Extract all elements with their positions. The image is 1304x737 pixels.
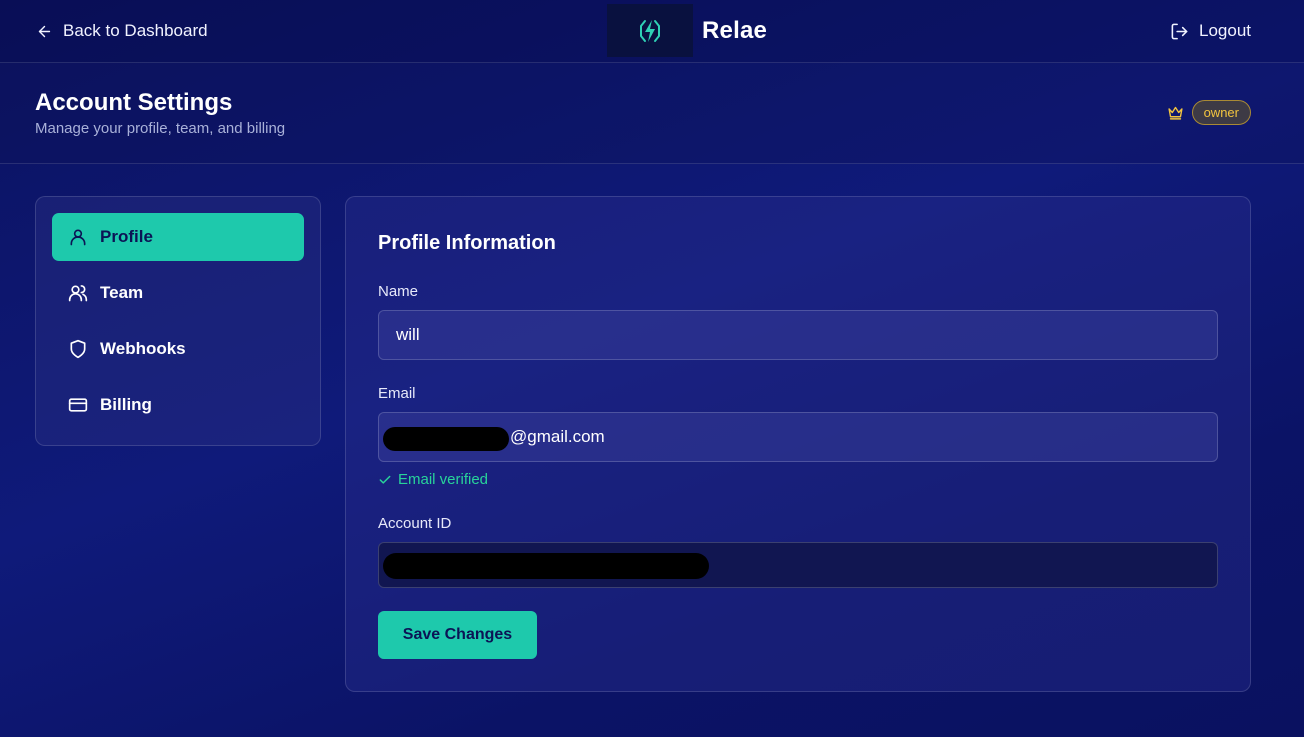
sidebar-item-webhooks[interactable]: Webhooks	[52, 325, 304, 373]
sidebar-item-billing[interactable]: Billing	[52, 381, 304, 429]
check-icon	[379, 475, 391, 484]
brand-logo	[607, 4, 693, 57]
logout-button[interactable]: Logout	[1170, 19, 1251, 43]
email-value: @gmail.com	[510, 427, 605, 446]
sidebar-item-label: Team	[100, 283, 144, 302]
name-label: Name	[378, 283, 419, 300]
logout-icon	[1171, 23, 1188, 39]
sidebar-item-profile[interactable]: Profile	[52, 213, 304, 261]
page-subtitle: Manage your profile, team, and billing	[35, 120, 286, 137]
page-header: Account Settings Manage your profile, te…	[0, 63, 1304, 164]
email-label: Email	[378, 385, 416, 402]
section-title: Profile Information	[378, 232, 556, 254]
profile-card: Profile Information Name will Email @gma…	[345, 196, 1251, 692]
role-indicator: owner	[1167, 100, 1251, 125]
bolt-icon	[640, 19, 660, 42]
user-icon	[70, 229, 86, 246]
top-bar: Back to Dashboard Relae Logout	[0, 0, 1304, 63]
brand-name: Relae	[702, 16, 768, 44]
arrow-left-icon	[38, 25, 51, 37]
settings-sidebar: Profile Team Webhooks Billing	[35, 196, 321, 446]
back-to-dashboard-link[interactable]: Back to Dashboard	[36, 19, 208, 43]
users-icon	[68, 285, 88, 302]
email-verified-status: Email verified	[378, 471, 488, 488]
email-field[interactable]: @gmail.com	[378, 412, 1218, 462]
logout-label: Logout	[1199, 21, 1251, 40]
save-changes-button[interactable]: Save Changes	[378, 611, 537, 659]
sidebar-item-label: Profile	[100, 227, 153, 246]
sidebar-item-label: Billing	[100, 395, 152, 414]
redaction-mark	[383, 553, 709, 579]
name-field[interactable]: will	[378, 310, 1218, 360]
role-badge: owner	[1191, 100, 1251, 125]
account-id-field	[378, 542, 1218, 588]
crown-icon	[1167, 106, 1183, 120]
brand: Relae	[607, 4, 767, 57]
account-id-label: Account ID	[378, 515, 452, 532]
shield-icon	[70, 339, 86, 359]
sidebar-item-team[interactable]: Team	[52, 269, 304, 317]
credit-card-icon	[68, 398, 88, 412]
email-status-text: Email verified	[398, 471, 489, 488]
page-title: Account Settings	[35, 89, 233, 116]
redaction-mark	[383, 427, 509, 451]
sidebar-item-label: Webhooks	[100, 339, 186, 358]
back-to-dashboard-label: Back to Dashboard	[63, 21, 208, 40]
